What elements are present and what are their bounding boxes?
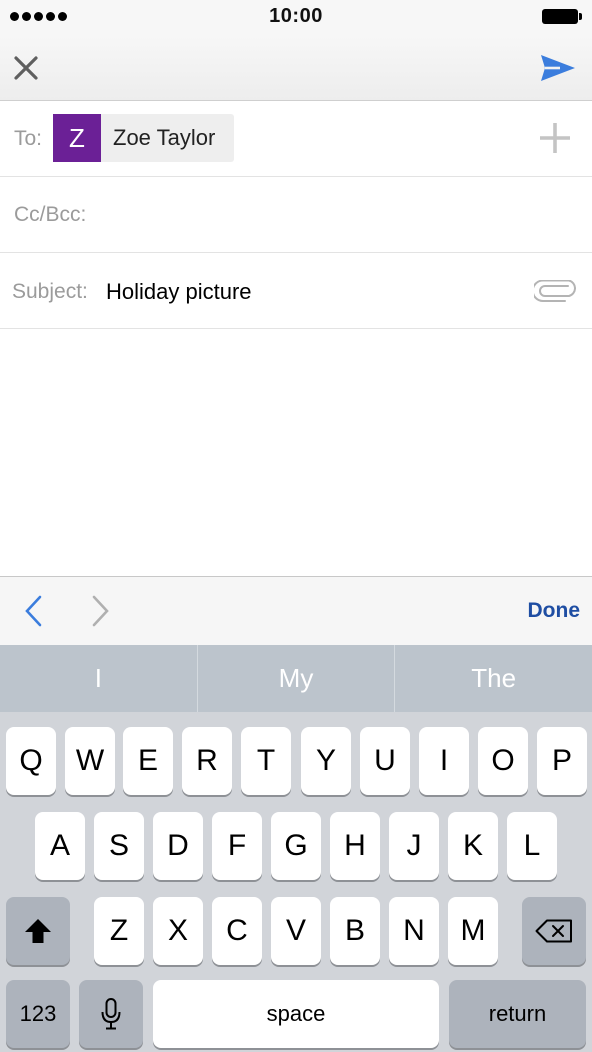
suggestion-item[interactable]: I xyxy=(0,645,198,712)
send-paper-plane-icon xyxy=(541,55,575,81)
delete-key[interactable] xyxy=(522,897,586,965)
suggestion-bar: I My The xyxy=(0,645,592,712)
chevron-right-icon xyxy=(92,595,109,627)
paperclip-icon xyxy=(531,279,576,302)
dictation-key[interactable] xyxy=(79,980,143,1048)
numbers-key[interactable]: 123 xyxy=(6,980,70,1048)
compose-nav-bar xyxy=(0,36,592,101)
key-l[interactable]: L xyxy=(507,812,557,880)
microphone-icon xyxy=(101,998,121,1030)
key-b[interactable]: B xyxy=(330,897,380,965)
recipient-avatar: Z xyxy=(53,114,101,162)
chevron-left-icon xyxy=(25,595,42,627)
suggestion-item[interactable]: My xyxy=(198,645,396,712)
shift-arrow-icon xyxy=(25,919,51,943)
send-button[interactable] xyxy=(538,50,578,86)
key-v[interactable]: V xyxy=(271,897,321,965)
key-j[interactable]: J xyxy=(389,812,439,880)
message-body[interactable] xyxy=(0,329,592,576)
key-p[interactable]: P xyxy=(537,727,587,795)
status-time: 10:00 xyxy=(269,5,323,27)
add-recipient-button[interactable] xyxy=(538,121,572,155)
key-a[interactable]: A xyxy=(35,812,85,880)
subject-input[interactable]: Holiday picture xyxy=(106,279,252,305)
key-o[interactable]: O xyxy=(478,727,528,795)
key-i[interactable]: I xyxy=(419,727,469,795)
key-z[interactable]: Z xyxy=(94,897,144,965)
done-button[interactable]: Done xyxy=(528,599,581,623)
key-g[interactable]: G xyxy=(271,812,321,880)
battery-icon xyxy=(542,9,582,24)
to-field-row[interactable]: To: Z Zoe Taylor xyxy=(0,101,592,177)
previous-field-button[interactable] xyxy=(20,595,48,627)
keyboard: I My The Q W E R T Y U I O P A S D F G H… xyxy=(0,645,592,1052)
to-label: To: xyxy=(14,127,43,150)
backspace-icon xyxy=(535,919,572,943)
key-c[interactable]: C xyxy=(212,897,262,965)
return-key[interactable]: return xyxy=(449,980,586,1048)
subject-field-row[interactable]: Subject: Holiday picture xyxy=(0,253,592,329)
recipient-name: Zoe Taylor xyxy=(113,125,216,150)
key-f[interactable]: F xyxy=(212,812,262,880)
key-h[interactable]: H xyxy=(330,812,380,880)
next-field-button[interactable] xyxy=(86,595,114,627)
subject-label: Subject: xyxy=(12,280,88,303)
close-x-icon xyxy=(14,56,38,80)
key-k[interactable]: K xyxy=(448,812,498,880)
keyboard-accessory-bar: Done xyxy=(0,576,592,645)
attach-button[interactable] xyxy=(531,279,576,302)
key-d[interactable]: D xyxy=(153,812,203,880)
shift-key[interactable] xyxy=(6,897,70,965)
cc-bcc-label: Cc/Bcc: xyxy=(14,203,87,226)
key-t[interactable]: T xyxy=(241,727,291,795)
key-r[interactable]: R xyxy=(182,727,232,795)
space-key[interactable]: space xyxy=(153,980,439,1048)
plus-icon xyxy=(540,123,570,153)
close-button[interactable] xyxy=(8,50,44,86)
key-u[interactable]: U xyxy=(360,727,410,795)
suggestion-item[interactable]: The xyxy=(395,645,592,712)
recipient-chip[interactable]: Z Zoe Taylor xyxy=(53,114,235,162)
key-e[interactable]: E xyxy=(123,727,173,795)
status-bar: 10:00 xyxy=(0,0,592,36)
key-s[interactable]: S xyxy=(94,812,144,880)
key-w[interactable]: W xyxy=(65,727,115,795)
key-m[interactable]: M xyxy=(448,897,498,965)
cc-bcc-field-row[interactable]: Cc/Bcc: xyxy=(0,177,592,253)
key-x[interactable]: X xyxy=(153,897,203,965)
key-q[interactable]: Q xyxy=(6,727,56,795)
key-y[interactable]: Y xyxy=(301,727,351,795)
key-n[interactable]: N xyxy=(389,897,439,965)
